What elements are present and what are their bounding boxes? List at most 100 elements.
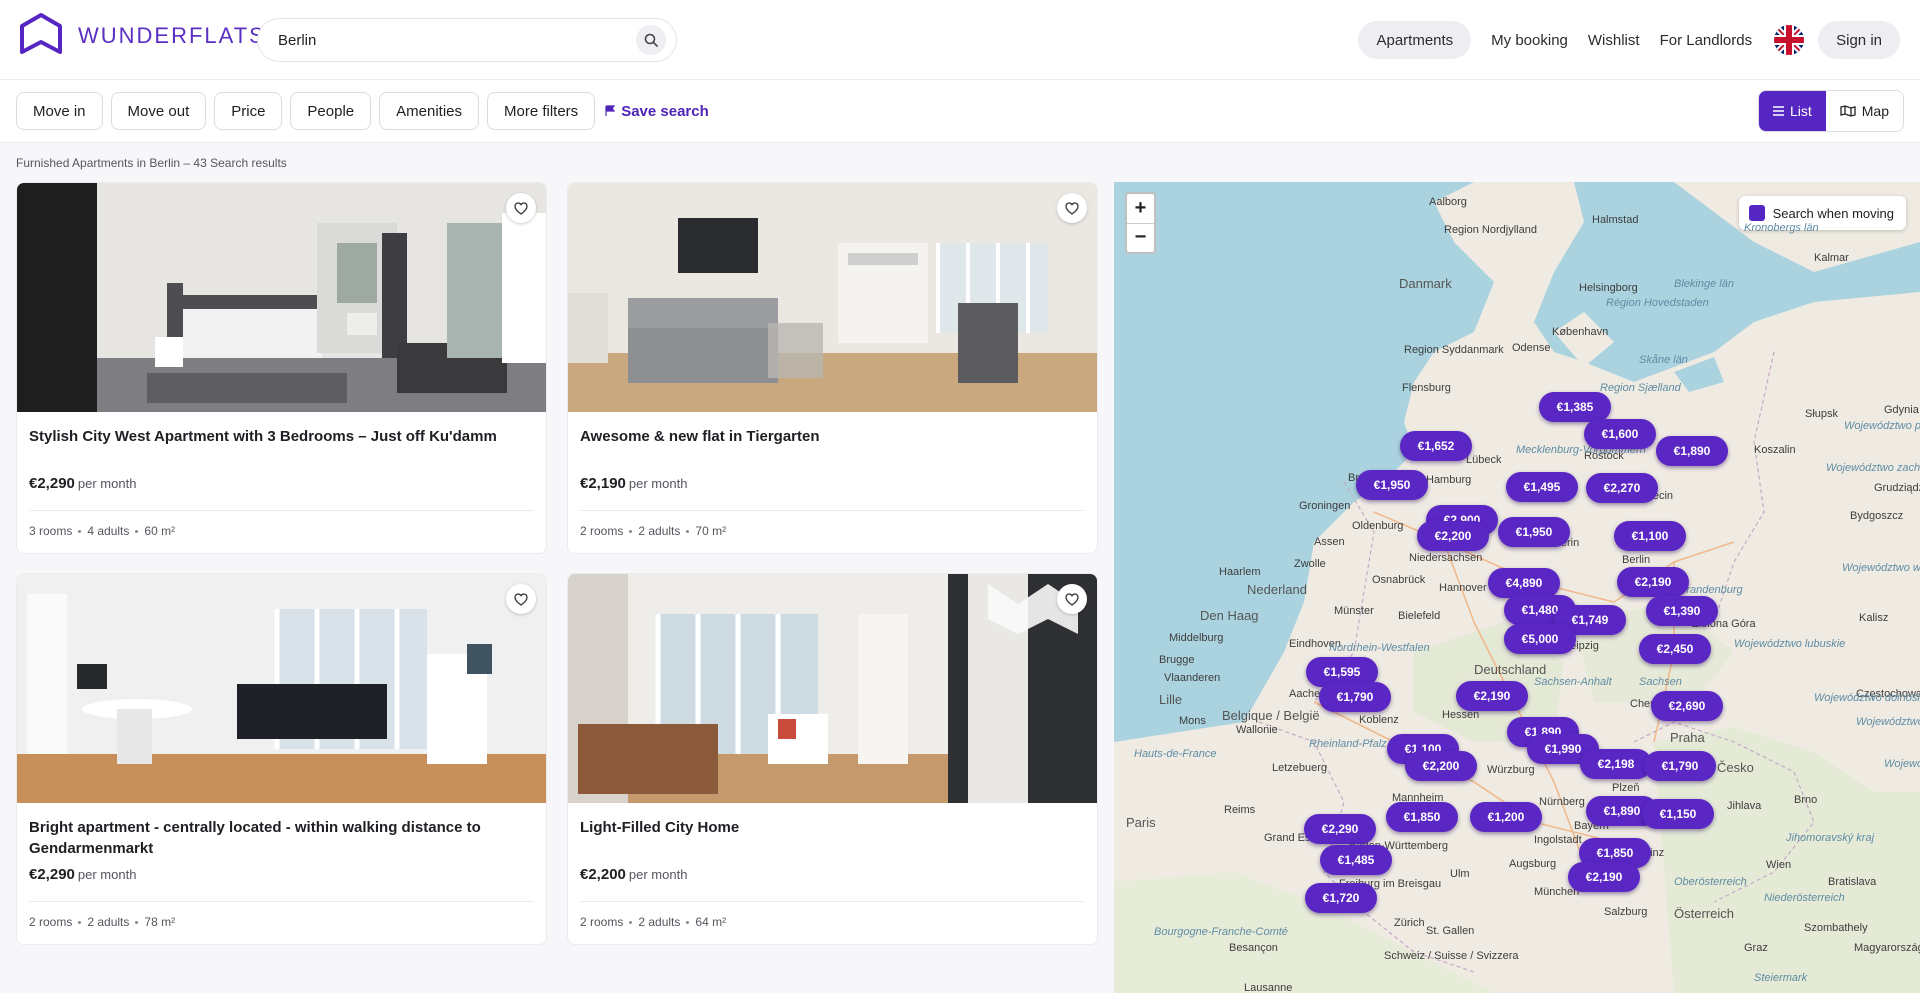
map-view-label: Map <box>1861 103 1889 119</box>
price-period: per month <box>628 476 688 491</box>
map-label: Województwo pomorskie <box>1844 420 1920 432</box>
map-price-pin[interactable]: €1,385 <box>1539 392 1611 422</box>
map-label: Hamburg <box>1426 474 1472 486</box>
wishlist-heart-button[interactable] <box>1057 193 1087 223</box>
map-price-pin[interactable]: €1,100 <box>1614 521 1686 551</box>
map-label: Magyarország <box>1854 942 1920 954</box>
map-price-pin[interactable]: €1,600 <box>1584 419 1656 449</box>
listing-title[interactable]: Stylish City West Apartment with 3 Bedro… <box>29 426 529 447</box>
map-price-pin[interactable]: €2,198 <box>1580 749 1652 779</box>
map-label: Mons <box>1179 715 1206 727</box>
nav-for-landlords[interactable]: For Landlords <box>1652 21 1761 59</box>
search-when-moving-checkbox[interactable] <box>1738 196 1765 221</box>
listing-title[interactable]: Light-Filled City Home <box>580 817 1080 838</box>
listing-card[interactable]: Light-Filled City Home €2,200 per month 2… <box>567 573 1098 945</box>
map-price-pin[interactable]: €1,790 <box>1644 751 1716 781</box>
filter-price[interactable]: Price <box>214 92 283 130</box>
listing-photo[interactable] <box>17 183 546 412</box>
map-label: Letzebuerg <box>1272 762 1328 774</box>
wishlist-heart-button[interactable] <box>506 584 536 614</box>
map-label: Kronobergs län <box>1744 222 1819 234</box>
filter-move-out[interactable]: Move out <box>110 92 207 130</box>
map-price-pin[interactable]: €1,950 <box>1356 470 1428 500</box>
listing-photo[interactable] <box>568 183 1097 412</box>
search-input[interactable]: Berlin <box>278 32 636 49</box>
zoom-out-button[interactable]: − <box>1127 222 1154 253</box>
map-label: Plzeň <box>1612 782 1640 794</box>
map-price-pin[interactable]: €2,450 <box>1639 634 1711 664</box>
map-label: Region Nordjylland <box>1444 224 1537 236</box>
map-price-pin[interactable]: €2,690 <box>1651 691 1723 721</box>
listing-adults: 2 adults <box>638 524 681 538</box>
map-price-pin[interactable]: €1,720 <box>1305 883 1377 913</box>
map-price-pin[interactable]: €2,190 <box>1456 681 1528 711</box>
map-price-pin[interactable]: €1,485 <box>1320 845 1392 875</box>
map-price-pin[interactable]: €1,495 <box>1506 472 1578 502</box>
nav-wishlist[interactable]: Wishlist <box>1580 21 1648 59</box>
map-price-pin[interactable]: €2,200 <box>1417 521 1489 551</box>
results-map[interactable]: + − Search when moving Aalborg Region No… <box>1114 182 1920 993</box>
map-price-pin[interactable]: €1,200 <box>1470 802 1542 832</box>
map-price-pin[interactable]: €2,270 <box>1586 473 1658 503</box>
map-price-pin[interactable]: €2,190 <box>1617 567 1689 597</box>
filter-move-in[interactable]: Move in <box>16 92 103 130</box>
map-price-pin[interactable]: €1,652 <box>1400 431 1472 461</box>
heart-icon <box>514 201 528 215</box>
filter-amenities[interactable]: Amenities <box>379 92 479 130</box>
language-flag-icon[interactable] <box>1774 25 1805 55</box>
map-label: Hannover <box>1439 582 1487 594</box>
map-label: Paris <box>1126 815 1156 830</box>
map-label: Jihlava <box>1727 800 1762 812</box>
map-price-pin[interactable]: €4,890 <box>1488 568 1560 598</box>
map-price-pin[interactable]: €2,290 <box>1304 814 1376 844</box>
map-label: Flensburg <box>1402 382 1451 394</box>
filter-people[interactable]: People <box>290 92 372 130</box>
nav-apartments[interactable]: Apartments <box>1358 21 1472 59</box>
wishlist-heart-button[interactable] <box>506 193 536 223</box>
location-search[interactable]: Berlin <box>257 18 677 62</box>
nav-my-booking[interactable]: My booking <box>1483 21 1576 59</box>
listing-photo[interactable] <box>17 574 546 803</box>
listing-card[interactable]: Stylish City West Apartment with 3 Bedro… <box>16 182 547 554</box>
search-button[interactable] <box>636 25 666 55</box>
map-price-pin[interactable]: €1,850 <box>1386 802 1458 832</box>
card-divider <box>29 510 534 511</box>
map-price-pin[interactable]: €1,150 <box>1642 799 1714 829</box>
listing-photo[interactable] <box>568 574 1097 803</box>
map-label: Graz <box>1744 942 1768 954</box>
listing-title[interactable]: Bright apartment - centrally located - w… <box>29 817 529 859</box>
brand-logo[interactable]: WUNDERFLATS <box>18 12 266 60</box>
save-search-button[interactable]: Save search <box>605 103 709 120</box>
listing-card[interactable]: Bright apartment - centrally located - w… <box>16 573 547 945</box>
map-label: Koszalin <box>1754 444 1796 456</box>
map-label: Würzburg <box>1487 764 1535 776</box>
listing-rooms: 3 rooms <box>29 524 73 538</box>
sign-in-button[interactable]: Sign in <box>1818 21 1900 59</box>
listing-details: 2 rooms 2 adults 70 m² <box>580 524 726 538</box>
map-price-pin[interactable]: €2,200 <box>1405 751 1477 781</box>
filter-more-filters[interactable]: More filters <box>487 92 596 130</box>
listing-details: 2 rooms 2 adults 78 m² <box>29 915 175 929</box>
map-label: Niedersachsen <box>1409 552 1483 564</box>
listing-card[interactable]: Awesome & new flat in Tiergarten €2,190 p… <box>567 182 1098 554</box>
map-label: Sachsen-Anhalt <box>1534 676 1612 688</box>
map-label: Danmark <box>1399 276 1452 291</box>
map-price-pin[interactable]: €1,950 <box>1498 517 1570 547</box>
map-label: Grudziądz <box>1874 482 1920 494</box>
map-price-pin[interactable]: €2,190 <box>1568 862 1640 892</box>
map-label: Brugge <box>1159 654 1195 666</box>
brand-name: WUNDERFLATS <box>78 23 266 48</box>
map-label: Bourgogne-Franche-Comté <box>1154 926 1288 938</box>
zoom-in-button[interactable]: + <box>1127 194 1154 223</box>
listing-adults: 4 adults <box>87 524 130 538</box>
map-price-pin[interactable]: €1,790 <box>1319 682 1391 712</box>
map-price-pin[interactable]: €1,390 <box>1646 596 1718 626</box>
map-price-pin[interactable]: €5,000 <box>1504 624 1576 654</box>
map-label: Augsburg <box>1509 858 1557 870</box>
map-view-button[interactable]: Map <box>1825 91 1903 131</box>
wishlist-heart-button[interactable] <box>1057 584 1087 614</box>
map-label: Ingolstadt <box>1534 834 1582 846</box>
map-price-pin[interactable]: €1,890 <box>1656 436 1728 466</box>
listing-title[interactable]: Awesome & new flat in Tiergarten <box>580 426 1080 447</box>
list-view-button[interactable]: List <box>1758 91 1826 131</box>
